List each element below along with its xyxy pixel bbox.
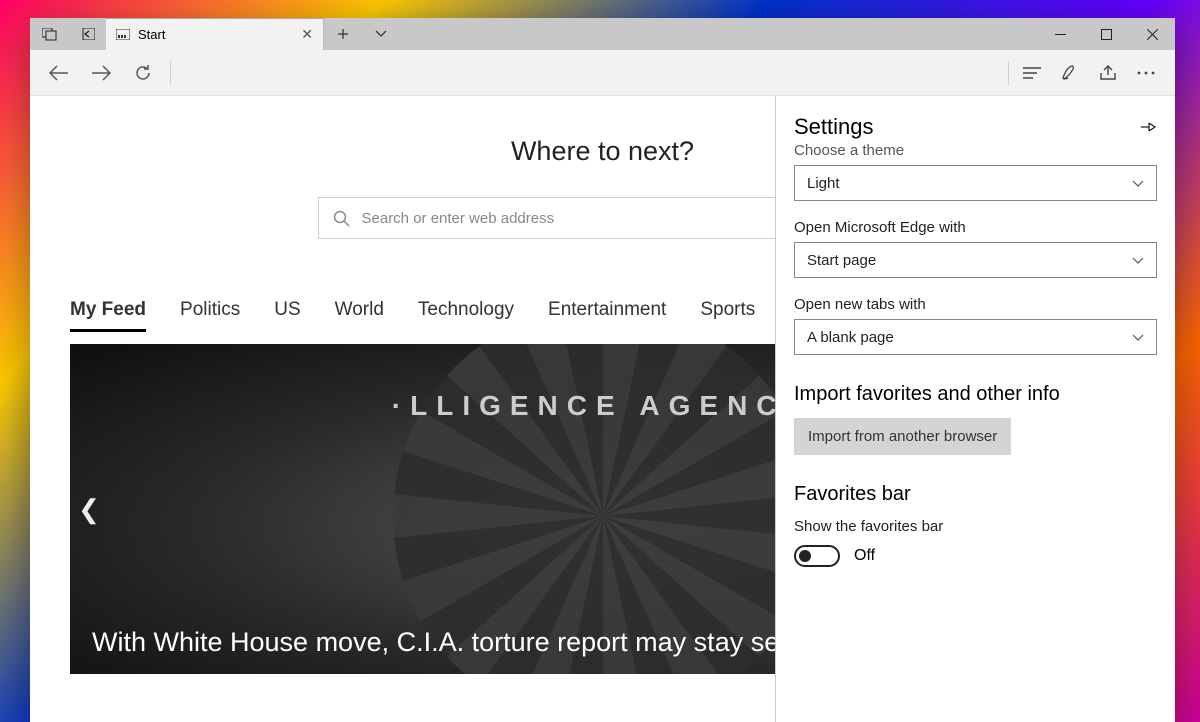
new-tabs-select[interactable]: A blank page [794, 319, 1157, 355]
new-tab-button[interactable] [324, 18, 362, 50]
feed-tab-myfeed[interactable]: My Feed [70, 299, 146, 332]
back-button[interactable] [40, 54, 78, 92]
maximize-button[interactable] [1083, 18, 1129, 50]
feed-tab-technology[interactable]: Technology [418, 299, 514, 332]
favorites-bar-toggle[interactable] [794, 545, 840, 567]
import-header: Import favorites and other info [794, 383, 1157, 406]
set-aside-tabs-button[interactable] [68, 28, 106, 40]
feed-tab-sports[interactable]: Sports [700, 299, 755, 332]
favorites-bar-toggle-state: Off [854, 547, 875, 565]
minimize-button[interactable] [1037, 18, 1083, 50]
tab-preview-button[interactable] [30, 28, 68, 41]
tab-favicon [116, 29, 130, 40]
toolbar-divider [1008, 61, 1009, 85]
feed-tab-politics[interactable]: Politics [180, 299, 240, 332]
close-window-button[interactable] [1129, 18, 1175, 50]
toolbar-divider [170, 61, 171, 85]
forward-button[interactable] [82, 54, 120, 92]
more-button[interactable] [1127, 54, 1165, 92]
feed-tab-world[interactable]: World [335, 299, 384, 332]
favorites-bar-toggle-label: Show the favorites bar [794, 518, 1157, 535]
share-button[interactable] [1089, 54, 1127, 92]
tab-actions-button[interactable] [362, 18, 400, 50]
import-button[interactable]: Import from another browser [794, 418, 1011, 455]
close-tab-icon[interactable]: ✕ [301, 26, 313, 43]
refresh-button[interactable] [124, 54, 162, 92]
search-icon [333, 210, 350, 227]
new-tabs-value: A blank page [807, 329, 894, 346]
content-area: Where to next? Search or enter web addre… [30, 96, 1175, 722]
new-tabs-label: Open new tabs with [794, 296, 1157, 313]
settings-pane: Settings Choose a theme Light Open Micro… [775, 96, 1175, 722]
desktop-background: Start ✕ Where to next? [0, 0, 1200, 722]
title-bar: Start ✕ [30, 18, 1175, 50]
open-with-select[interactable]: Start page [794, 242, 1157, 278]
theme-value: Light [807, 175, 840, 192]
chevron-down-icon [1132, 334, 1144, 341]
notes-button[interactable] [1051, 54, 1089, 92]
favorites-bar-header: Favorites bar [794, 483, 1157, 506]
nav-toolbar [30, 50, 1175, 96]
open-with-value: Start page [807, 252, 876, 269]
search-placeholder: Search or enter web address [362, 210, 555, 227]
browser-tab-start[interactable]: Start ✕ [106, 18, 324, 50]
open-with-label: Open Microsoft Edge with [794, 219, 1157, 236]
theme-select[interactable]: Light [794, 165, 1157, 201]
feed-tab-us[interactable]: US [274, 299, 300, 332]
hub-button[interactable] [1013, 54, 1051, 92]
chevron-down-icon [1132, 257, 1144, 264]
feed-tab-entertainment[interactable]: Entertainment [548, 299, 666, 332]
tab-label: Start [138, 27, 165, 42]
settings-title: Settings [794, 114, 874, 140]
edge-window: Start ✕ Where to next? [30, 18, 1175, 722]
hero-seal-text: ·LLIGENCE AGENCY [392, 390, 813, 422]
pin-icon[interactable] [1141, 121, 1157, 133]
theme-label: Choose a theme [794, 142, 1157, 159]
chevron-down-icon [1132, 180, 1144, 187]
carousel-prev-icon[interactable]: ❮ [76, 485, 102, 533]
